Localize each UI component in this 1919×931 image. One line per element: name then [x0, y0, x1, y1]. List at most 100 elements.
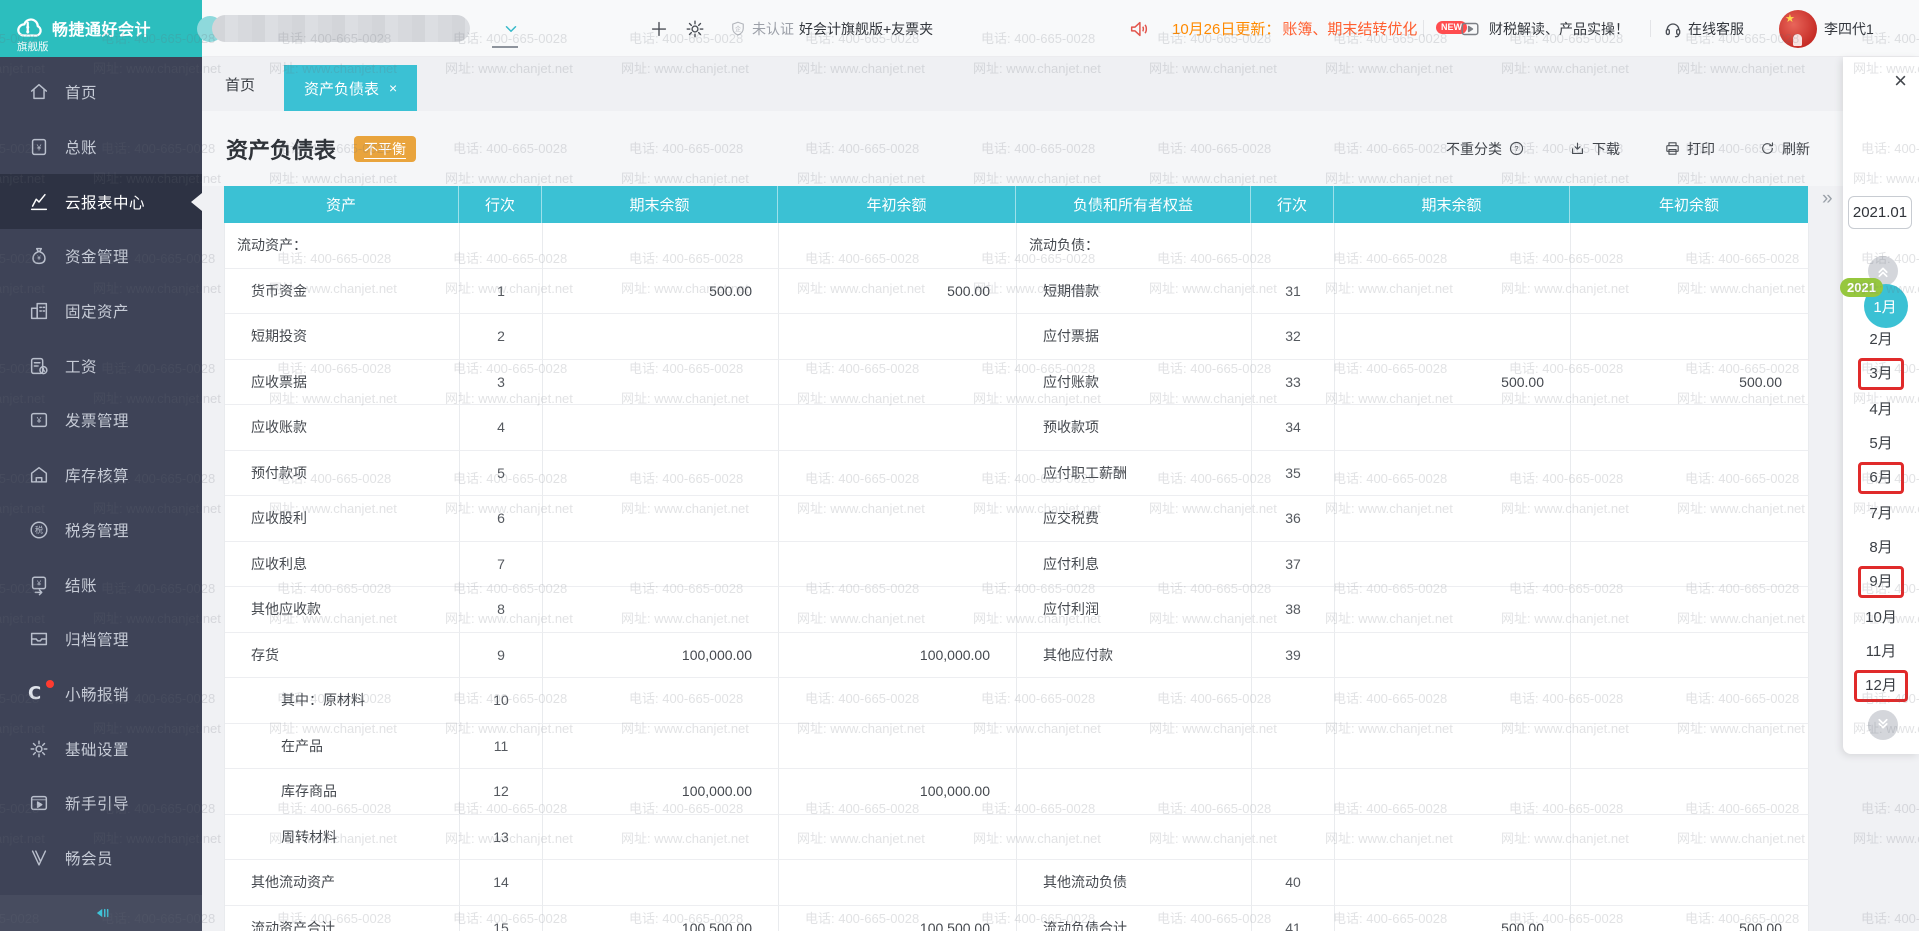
scroll-down-button[interactable]: [1868, 710, 1898, 740]
app-logo: 畅捷通好会计 旗舰版: [0, 0, 202, 57]
account-name-blurred[interactable]: [212, 15, 470, 42]
sidebar-item-label: 发票管理: [65, 409, 129, 431]
add-account-icon[interactable]: [648, 0, 670, 57]
sidebar-item-member[interactable]: 畅会员: [0, 831, 202, 886]
sidebar-item-invoice[interactable]: ¥发票管理: [0, 393, 202, 448]
table-cell: [779, 542, 1017, 588]
sidebar-item-settings[interactable]: 基础设置: [0, 721, 202, 776]
username[interactable]: 李四代1: [1824, 0, 1874, 57]
sidebar-collapse-button[interactable]: [0, 895, 202, 931]
month-item-2[interactable]: 2月: [1843, 328, 1919, 352]
tab-home[interactable]: 首页: [225, 57, 255, 111]
table-cell: 35: [1252, 451, 1335, 497]
sidebar-item-assets[interactable]: 固定资产: [0, 284, 202, 339]
table-cell: [543, 815, 779, 861]
month-item-8[interactable]: 8月: [1843, 536, 1919, 560]
period-selector[interactable]: 2021.01: [1848, 196, 1912, 229]
table-cell: 100,500.00: [543, 906, 779, 931]
promo-video-icon[interactable]: [1459, 0, 1481, 57]
table-cell: [779, 678, 1017, 724]
table-cell: [1571, 314, 1809, 360]
sidebar-item-guide[interactable]: 新手引导: [0, 776, 202, 831]
table-header-cell: 年初余额: [778, 186, 1016, 223]
sidebar-item-reimburse[interactable]: C小畅报销: [0, 667, 202, 722]
sidebar-item-funds[interactable]: ¥资金管理: [0, 229, 202, 284]
table-header-cell: 年初余额: [1570, 186, 1808, 223]
sidebar-item-label: 税务管理: [65, 519, 129, 541]
table-cell: [1335, 633, 1571, 679]
toolbar-button-print[interactable]: 打印: [1664, 139, 1715, 159]
promo-link[interactable]: 财税解读、产品实操！: [1489, 0, 1629, 57]
table-cell: [1571, 724, 1809, 770]
table-cell: [543, 314, 779, 360]
table-cell: 500.00: [1335, 906, 1571, 931]
table-cell: [779, 496, 1017, 542]
table-cell: 500.00: [1571, 906, 1809, 931]
online-support-link[interactable]: 在线客服: [1688, 0, 1744, 57]
sidebar-item-home[interactable]: 首页: [0, 65, 202, 120]
table-header-cell: 行次: [459, 186, 542, 223]
month-item-1[interactable]: 1月: [1843, 294, 1919, 318]
month-item-6[interactable]: 6月: [1843, 462, 1919, 494]
table-cell: 31: [1252, 269, 1335, 315]
svg-text:¥: ¥: [36, 144, 42, 153]
sidebar-item-closing[interactable]: ¥结账: [0, 557, 202, 612]
month-item-4[interactable]: 4月: [1843, 398, 1919, 422]
table-cell: 应付利润: [1017, 587, 1252, 633]
table-cell: 预收款项: [1017, 405, 1252, 451]
notice-date: 10月26日更新：: [1172, 18, 1280, 39]
month-item-10[interactable]: 10月: [1843, 606, 1919, 630]
panel-expander-icon[interactable]: »: [1822, 188, 1833, 210]
table-cell: [1252, 769, 1335, 815]
sidebar-item-tax[interactable]: 税税务管理: [0, 503, 202, 558]
table-cell: 7: [460, 542, 543, 588]
table-cell: 100,500.00: [779, 906, 1017, 931]
month-item-9[interactable]: 9月: [1843, 566, 1919, 598]
toolbar-button-help[interactable]: 不重分类?: [1446, 139, 1525, 159]
sidebar-item-ledger[interactable]: ¥ 总账: [0, 120, 202, 175]
table-cell: 100,000.00: [543, 633, 779, 679]
month-item-11[interactable]: 11月: [1843, 640, 1919, 664]
month-item-5[interactable]: 5月: [1843, 432, 1919, 456]
toolbar-button-refresh[interactable]: 刷新: [1759, 139, 1810, 159]
sidebar-item-salary[interactable]: 工资: [0, 338, 202, 393]
table-cell: 41: [1252, 906, 1335, 931]
table-cell: 14: [460, 860, 543, 906]
table-cell: 38: [1252, 587, 1335, 633]
month-highlight-box: 6月: [1858, 462, 1903, 494]
tab-balance-sheet[interactable]: 资产负债表 ×: [284, 65, 417, 111]
table-cell: 其他应付款: [1017, 633, 1252, 679]
month-item-7[interactable]: 7月: [1843, 502, 1919, 526]
table-cell: 8: [460, 587, 543, 633]
user-avatar[interactable]: ★: [1779, 10, 1817, 48]
sidebar-item-reports[interactable]: 云报表中心: [0, 174, 202, 229]
table-cell: [1017, 769, 1252, 815]
tab-close-icon[interactable]: ×: [389, 80, 397, 96]
table-cell: [779, 360, 1017, 406]
table-cell: 应收利息: [225, 542, 460, 588]
table-cell: 13: [460, 815, 543, 861]
month-panel: × 2021.01 2021 1月2月3月4月5月6月7月8月9月10月11月1…: [1843, 57, 1919, 754]
table-cell: [1571, 451, 1809, 497]
svg-text:?: ?: [1514, 144, 1518, 153]
sidebar-item-inventory[interactable]: 库存核算: [0, 448, 202, 503]
edition-label: 好会计旗舰版+友票夹: [799, 0, 933, 57]
certification-status[interactable]: 未认证: [752, 0, 794, 57]
table-cell: [1571, 269, 1809, 315]
month-item-3[interactable]: 3月: [1843, 358, 1919, 390]
table-header-row: 资产行次期末余额年初余额负债和所有者权益行次期末余额年初余额: [224, 186, 1808, 223]
account-settings-gear-icon[interactable]: [684, 0, 706, 57]
sidebar-item-archive[interactable]: 归档管理: [0, 612, 202, 667]
table-cell: 短期借款: [1017, 269, 1252, 315]
sidebar-item-label: 总账: [65, 136, 97, 158]
account-chevron-down-icon[interactable]: [502, 0, 520, 57]
close-icon[interactable]: ×: [1894, 71, 1907, 91]
table-cell: 应交税费: [1017, 496, 1252, 542]
reimburse-icon: C: [28, 683, 41, 705]
toolbar-button-download[interactable]: 下载: [1569, 139, 1620, 159]
topbar-divider: [1423, 20, 1424, 37]
svg-text:企: 企: [735, 24, 741, 32]
month-item-12[interactable]: 12月: [1843, 670, 1919, 702]
table-cell: [1335, 269, 1571, 315]
announcement-speaker-icon: [1128, 0, 1150, 57]
